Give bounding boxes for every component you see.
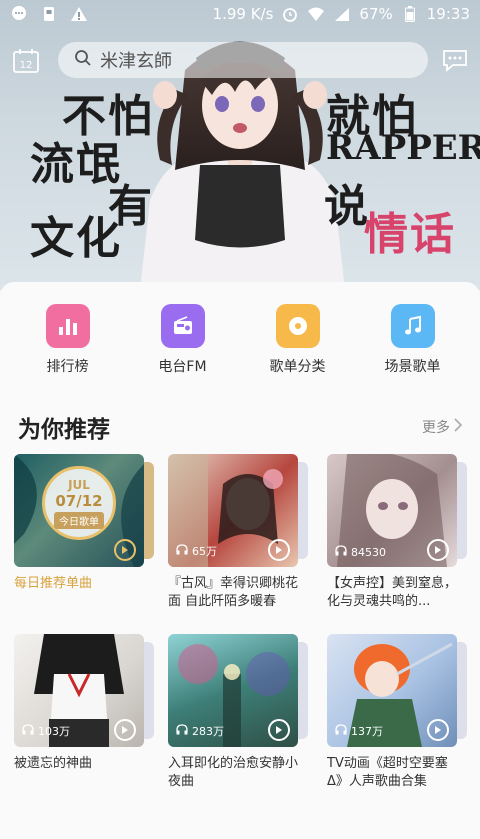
category-scene[interactable]: 场景歌单: [363, 304, 463, 376]
search-bar[interactable]: 米津玄師: [58, 42, 428, 78]
battery-percent: 67%: [359, 5, 393, 23]
battery-icon: [401, 5, 419, 23]
playlist-card[interactable]: 84530 【女声控】美到窒息，化与灵魂共鸣的...: [327, 454, 467, 611]
calendar-day: 12: [20, 60, 33, 71]
network-speed: 1.99 K/s: [212, 5, 274, 23]
category-ranking[interactable]: 排行榜: [18, 304, 118, 376]
play-count: 137万: [335, 723, 383, 739]
play-icon[interactable]: [114, 539, 136, 561]
play-count: 65万: [176, 543, 217, 559]
play-icon[interactable]: [427, 719, 449, 741]
playlist-card[interactable]: 103万 被遗忘的神曲: [14, 634, 154, 791]
category-label: 歌单分类: [269, 359, 326, 375]
section-title: 为你推荐: [18, 417, 110, 443]
clock: 19:33: [426, 5, 470, 23]
headphones-icon: [335, 724, 347, 738]
play-count: 84530: [335, 545, 386, 559]
play-count: 103万: [22, 723, 70, 739]
play-icon[interactable]: [114, 719, 136, 741]
playlist-title: 入耳即化的治愈安静小夜曲: [168, 756, 298, 789]
signal-icon: [333, 5, 351, 23]
playlist-card[interactable]: 283万 入耳即化的治愈安静小夜曲: [168, 634, 308, 791]
main-panel: 排行榜 电台FM 歌单分类 场景歌单 为你推荐 更多 JUL 07/12 今日歌…: [0, 282, 480, 839]
playlist-card[interactable]: 65万 『古风』幸得识卿桃花面 自此阡陌多暖春: [168, 454, 308, 611]
category-label: 电台FM: [158, 359, 207, 375]
play-count-value: 283万: [192, 725, 224, 738]
search-placeholder: 米津玄師: [100, 51, 172, 72]
alarm-icon: [281, 5, 299, 23]
playlist-card[interactable]: JUL 07/12 今日歌单 每日推荐单曲: [14, 454, 154, 611]
play-icon[interactable]: [268, 719, 290, 741]
play-count-value: 65万: [192, 545, 217, 558]
chat-bubble-icon: [10, 5, 28, 23]
playlist-cover: 65万: [168, 454, 298, 567]
playlist-cover: 137万: [327, 634, 457, 747]
play-count-value: 84530: [351, 545, 386, 559]
banner-text-6: RAPPER: [326, 128, 480, 168]
daily-tag: 今日歌单: [54, 511, 104, 529]
wifi-icon: [307, 5, 325, 23]
category-row: 排行榜 电台FM 歌单分类 场景歌单: [0, 282, 480, 376]
playlist-title: 『古风』幸得识卿桃花面 自此阡陌多暖春: [168, 576, 298, 609]
play-icon[interactable]: [427, 539, 449, 561]
playlist-cover: JUL 07/12 今日歌单: [14, 454, 144, 567]
music-note-icon: [390, 304, 435, 348]
playlist-title: 每日推荐单曲: [14, 576, 93, 591]
play-count: 283万: [176, 723, 224, 739]
playlist-title: 【女声控】美到窒息，化与灵魂共鸣的...: [327, 576, 457, 609]
playlist-cover: 84530: [327, 454, 457, 567]
playlist-cover: 283万: [168, 634, 298, 747]
play-count-value: 137万: [351, 725, 383, 738]
status-bar: 1.99 K/s 67% 19:33: [0, 0, 480, 28]
more-link[interactable]: 更多: [422, 417, 463, 437]
calendar-icon[interactable]: 12: [12, 48, 40, 74]
play-count-value: 103万: [38, 725, 70, 738]
warning-icon: [70, 5, 88, 23]
playlist-card[interactable]: 137万 TV动画《超时空要塞Δ》人声歌曲合集: [327, 634, 467, 791]
play-icon[interactable]: [268, 539, 290, 561]
playlist-title: TV动画《超时空要塞Δ》人声歌曲合集: [327, 756, 448, 789]
headphones-icon: [335, 545, 347, 559]
banner-text-8: 情话: [364, 209, 456, 260]
playlist-title: 被遗忘的神曲: [14, 756, 93, 771]
headphones-icon: [176, 724, 188, 738]
disc-icon: [275, 304, 320, 348]
daily-date: 07/12: [55, 491, 103, 510]
playlist-cover: 103万: [14, 634, 144, 747]
recommend-header: 为你推荐 更多: [0, 410, 480, 444]
radio-icon: [160, 304, 205, 348]
message-icon[interactable]: [441, 47, 469, 73]
top-bar: 12 米津玄師: [0, 40, 480, 80]
chart-bars-icon: [45, 304, 90, 348]
headphones-icon: [176, 544, 188, 558]
category-playlist[interactable]: 歌单分类: [248, 304, 348, 376]
category-label: 排行榜: [46, 359, 89, 375]
more-label: 更多: [422, 420, 450, 436]
chevron-right-icon: [454, 418, 463, 436]
banner-text-4: 文化: [30, 213, 122, 264]
daily-badge: JUL 07/12 今日歌单: [42, 466, 116, 540]
sim-card-icon: [40, 5, 58, 23]
headphones-icon: [22, 724, 34, 738]
search-icon: [74, 49, 92, 72]
category-radio[interactable]: 电台FM: [133, 304, 233, 376]
daily-month: JUL: [68, 477, 90, 492]
category-label: 场景歌单: [384, 359, 441, 375]
